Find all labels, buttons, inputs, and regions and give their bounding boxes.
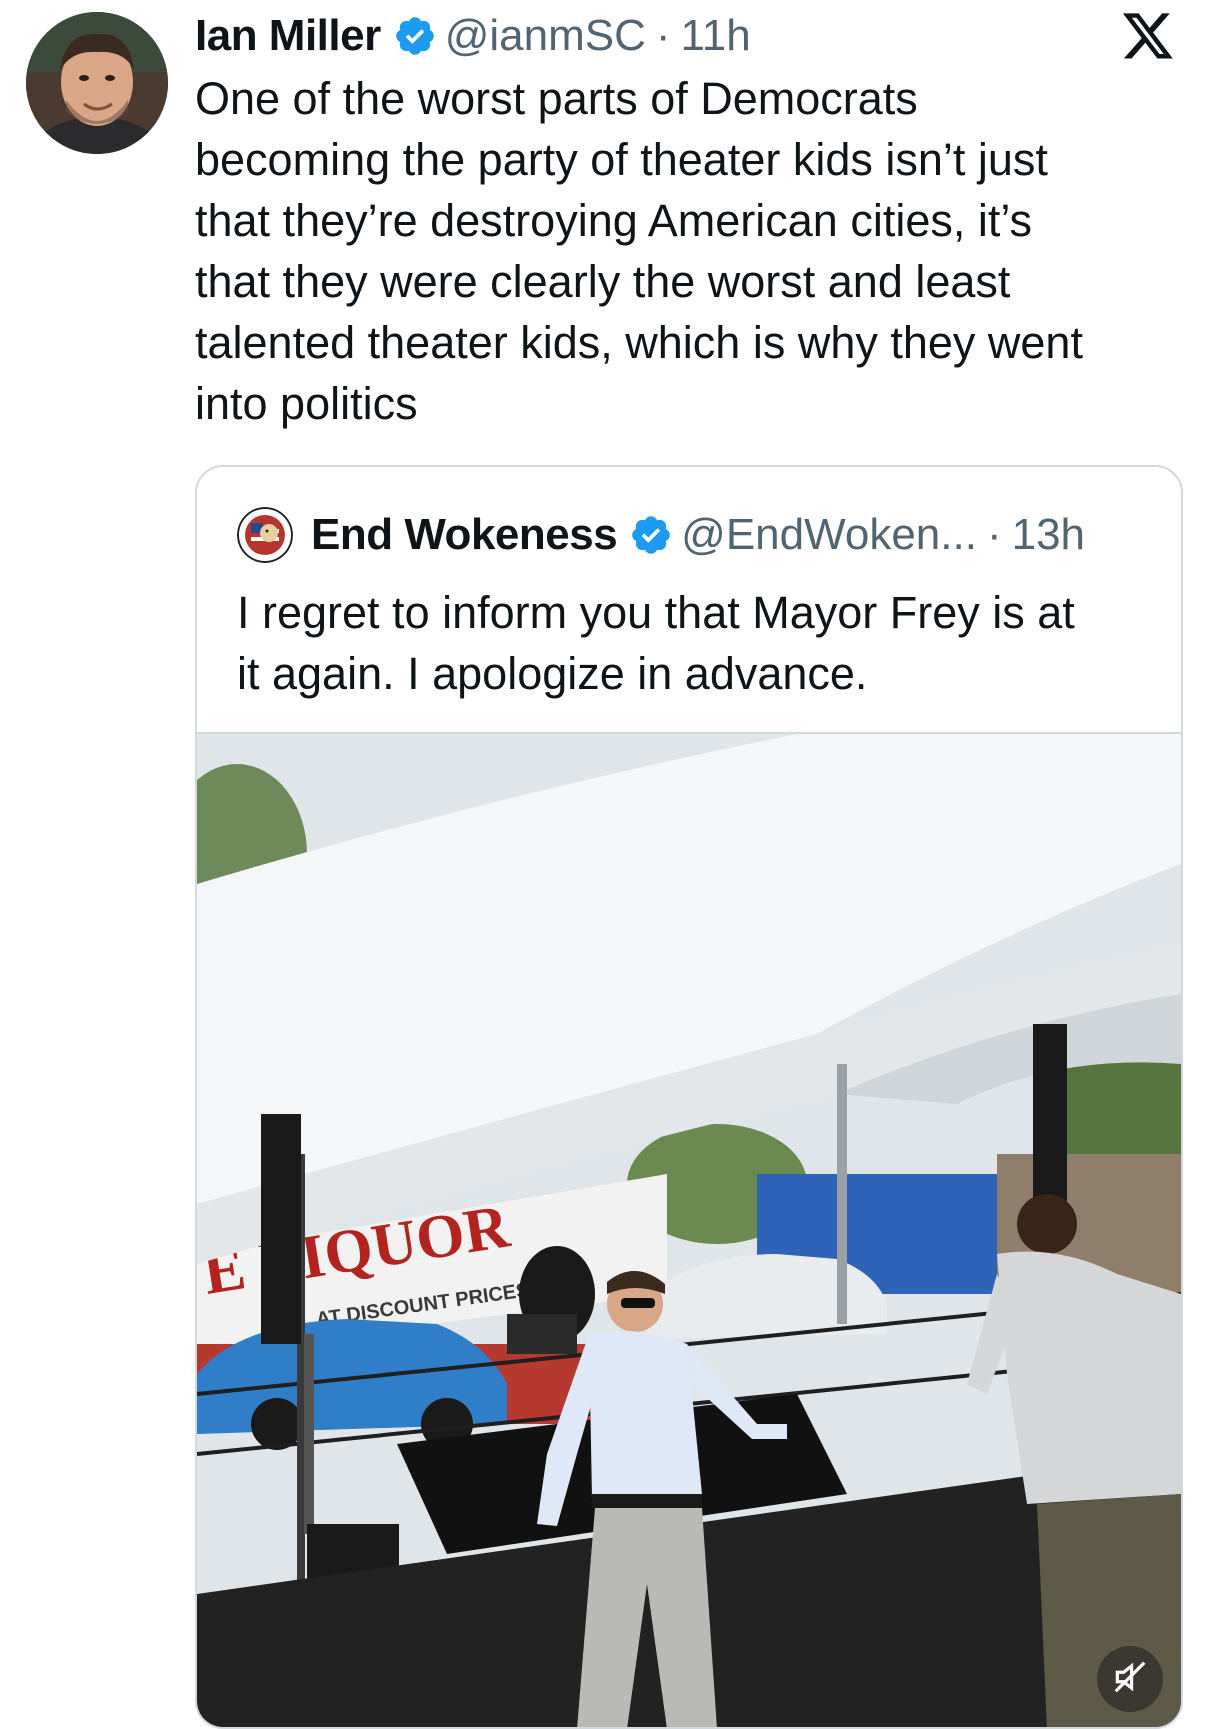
timestamp[interactable]: 11h [681, 11, 751, 61]
quoted-tweet-text: I regret to inform you that Mayor Frey i… [237, 587, 1075, 699]
quoted-author-handle[interactable]: @EndWoken... [681, 510, 977, 560]
video-frame: E LIQUOR AT DISCOUNT PRICES [197, 734, 1181, 1727]
tweet-header: Ian Miller @ianmSC · 11h [195, 8, 751, 64]
author-avatar[interactable] [26, 12, 168, 154]
separator-dot: · [655, 11, 671, 60]
quoted-tweet-header: End Wokeness @EndWoken... · 13h [237, 507, 1085, 563]
tweet-text: One of the worst parts of Democrats beco… [195, 73, 1083, 429]
mute-toggle-button[interactable] [1097, 1646, 1163, 1712]
author-handle[interactable]: @ianmSC [445, 11, 646, 61]
author-name[interactable]: Ian Miller [195, 11, 381, 61]
x-logo-icon [1120, 10, 1176, 60]
quoted-author-name[interactable]: End Wokeness [311, 510, 618, 560]
separator-dot: · [986, 510, 1002, 559]
quoted-tweet-video[interactable]: E LIQUOR AT DISCOUNT PRICES [197, 732, 1181, 1727]
verified-badge-icon [629, 513, 673, 557]
verified-badge-icon [393, 14, 437, 58]
quoted-author-avatar[interactable] [237, 507, 293, 563]
muted-speaker-icon [1111, 1658, 1149, 1701]
quoted-tweet-card[interactable]: End Wokeness @EndWoken... · 13h I regret… [195, 465, 1183, 1729]
quoted-timestamp[interactable]: 13h [1012, 510, 1085, 560]
